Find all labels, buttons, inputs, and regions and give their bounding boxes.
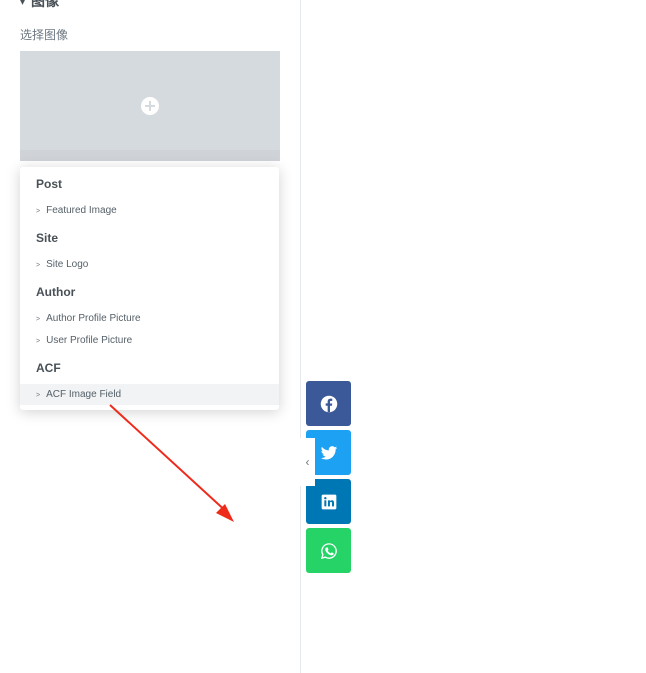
option-arrow-icon: > <box>36 316 41 323</box>
group-title-post: Post <box>36 177 63 191</box>
facebook-icon <box>320 395 337 412</box>
option-label: Site Logo <box>46 259 89 270</box>
option-label: Featured Image <box>46 205 117 216</box>
group-title-author: Author <box>36 285 76 299</box>
option-acf-image-field[interactable]: > ACF Image Field <box>20 384 279 405</box>
option-arrow-icon: > <box>36 262 41 269</box>
panel-divider <box>300 0 301 673</box>
whatsapp-icon <box>320 542 337 559</box>
group-title-site: Site <box>36 231 59 245</box>
placeholder-footer <box>20 150 280 161</box>
add-image-icon[interactable] <box>141 97 159 115</box>
option-author-profile-picture[interactable]: > Author Profile Picture <box>20 308 279 329</box>
option-featured-image[interactable]: > Featured Image <box>20 200 279 221</box>
collapse-panel-button[interactable]: ‹ <box>300 438 315 486</box>
whatsapp-share-button[interactable] <box>306 528 351 573</box>
option-label: User Profile Picture <box>46 335 133 346</box>
option-arrow-icon: > <box>36 208 41 215</box>
twitter-icon <box>320 445 337 460</box>
option-user-profile-picture[interactable]: > User Profile Picture <box>20 330 279 351</box>
caret-down-icon: ▾ <box>20 0 26 8</box>
linkedin-icon <box>321 494 336 509</box>
dynamic-tags-dropdown: Post > Featured Image Site > Site Logo Aut… <box>20 167 279 410</box>
image-control-label: 选择图像 <box>20 28 69 42</box>
option-label: Author Profile Picture <box>46 313 141 324</box>
option-label: ACF Image Field <box>46 389 122 400</box>
section-title: 图像 <box>31 0 60 9</box>
option-site-logo[interactable]: > Site Logo <box>20 254 279 275</box>
chevron-left-icon: ‹ <box>305 455 310 469</box>
option-arrow-icon: > <box>36 338 41 345</box>
editor-panel: ▾ 图像 选择图像 Post > Featured Image Site > Site… <box>0 0 301 673</box>
option-arrow-icon: > <box>36 392 41 399</box>
facebook-share-button[interactable] <box>306 381 351 426</box>
section-heading[interactable]: ▾ 图像 <box>20 0 59 11</box>
group-title-acf: ACF <box>36 361 61 375</box>
image-placeholder[interactable] <box>20 51 280 161</box>
